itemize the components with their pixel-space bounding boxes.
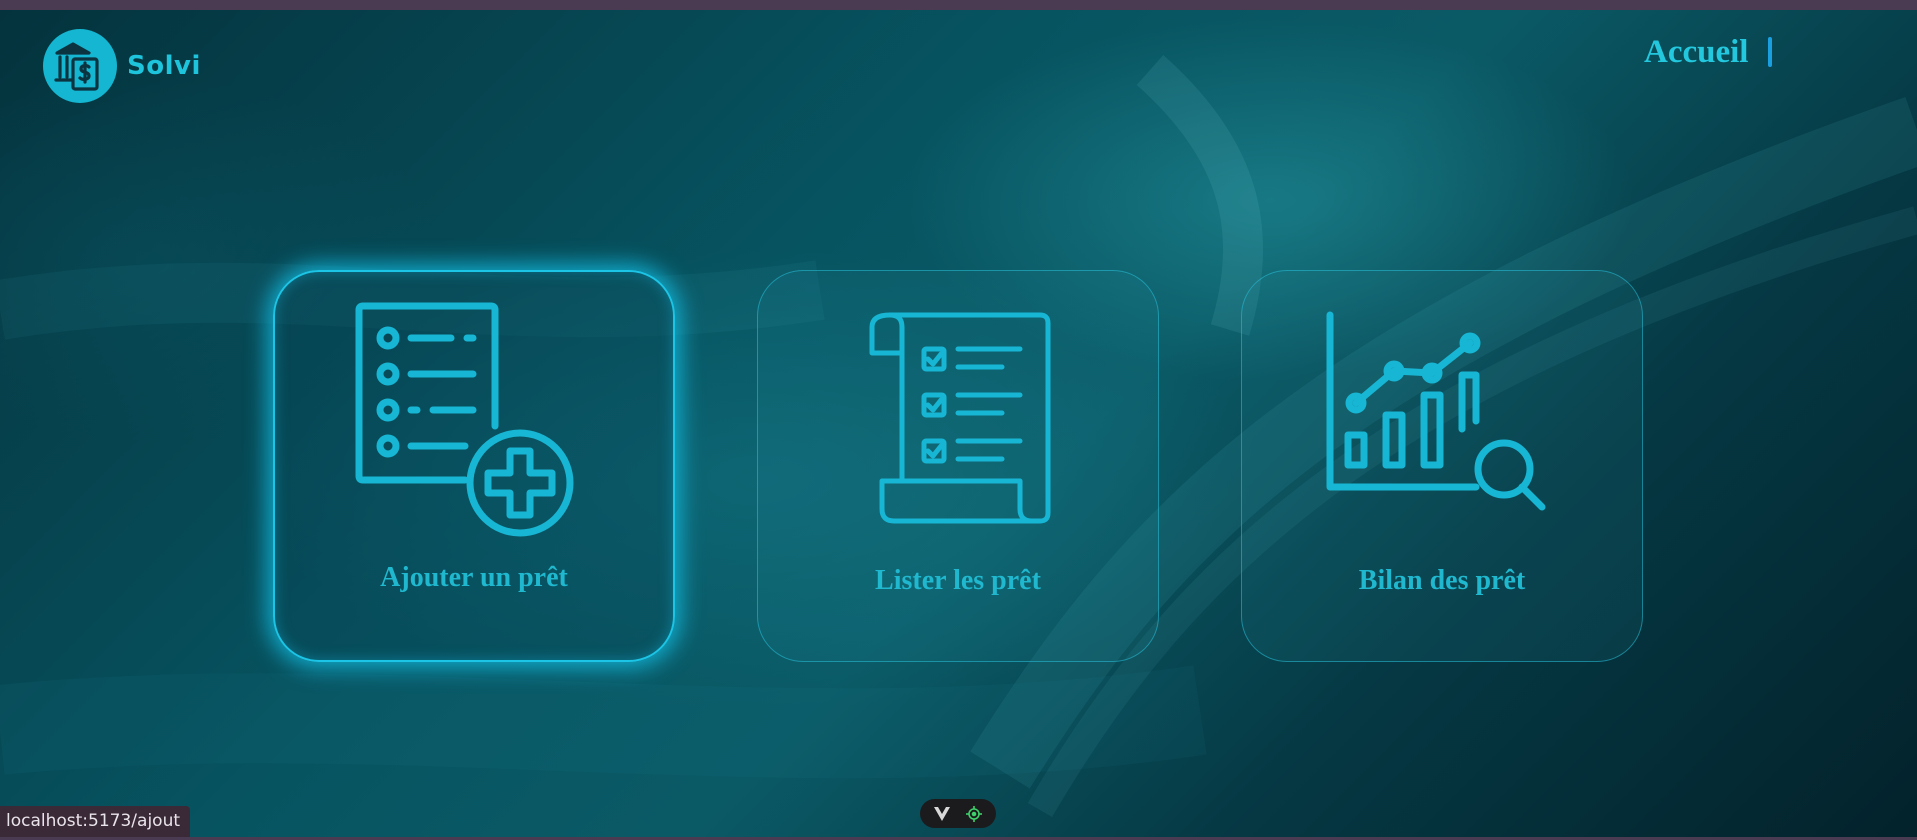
- card-list-loans[interactable]: Lister les prêt: [757, 270, 1159, 662]
- vue-devtools-icon[interactable]: [934, 806, 950, 821]
- status-bar-url: localhost:5173/ajout: [0, 806, 191, 837]
- add-list-icon: [355, 302, 574, 537]
- chart-analysis-icon: [1326, 311, 1546, 511]
- app-logo[interactable]: Solvi: [43, 29, 201, 103]
- card-loan-report[interactable]: Bilan des prêt: [1241, 270, 1643, 662]
- card-add-loan[interactable]: Ajouter un prêt: [273, 270, 675, 662]
- bank-document-dollar-icon: [43, 29, 117, 103]
- nav-home-link[interactable]: Accueil: [1644, 34, 1748, 71]
- card-add-loan-label: Ajouter un prêt: [380, 562, 568, 593]
- card-list-loans-label: Lister les prêt: [875, 565, 1041, 596]
- checklist-scroll-icon: [869, 312, 1051, 524]
- card-loan-report-label: Bilan des prêt: [1358, 565, 1526, 596]
- window-top-strip: [0, 0, 1917, 10]
- target-icon[interactable]: [966, 805, 982, 822]
- app-name: Solvi: [127, 51, 201, 81]
- dev-toolbar: [920, 799, 996, 828]
- text-cursor-indicator: [1768, 37, 1772, 67]
